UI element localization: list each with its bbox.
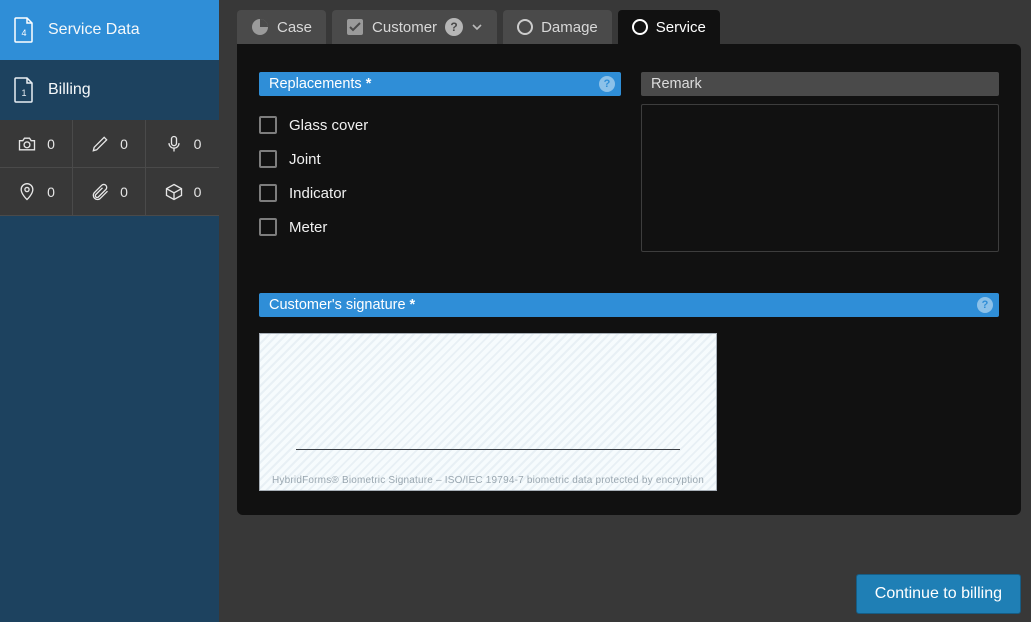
media-count: 0 [120,184,128,200]
tab-damage[interactable]: Damage [503,10,612,44]
help-icon[interactable]: ? [445,18,463,36]
section-header-replacements: Replacements * ? [259,72,621,96]
check-label: Meter [289,219,327,236]
tabs: Case Customer ? Damage Service [237,10,1021,44]
check-label: Glass cover [289,117,368,134]
section-title: Customer's signature [269,297,406,313]
section-header-signature: Customer's signature * ? [259,293,999,317]
checkbox[interactable] [259,150,277,168]
signature-line [296,449,680,450]
sidebar-item-billing[interactable]: 1 Billing [0,60,219,120]
media-count: 0 [47,184,55,200]
section-header-remark: Remark [641,72,999,96]
chevron-down-icon [471,21,483,33]
sidebar-item-label: Billing [48,81,91,99]
check-label: Indicator [289,185,347,202]
package-icon [164,182,184,202]
checkbox[interactable] [259,218,277,236]
document-icon: 1 [14,77,34,103]
camera-icon [17,134,37,154]
signature-pad[interactable]: HybridForms® Biometric Signature – ISO/I… [259,333,717,491]
paperclip-icon [90,182,110,202]
tab-label: Case [277,19,312,36]
main: Case Customer ? Damage Service [219,0,1031,622]
mic-icon [164,134,184,154]
tab-label: Customer [372,19,437,36]
checkbox[interactable] [259,116,277,134]
circle-icon [632,19,648,35]
tab-case[interactable]: Case [237,10,326,44]
check-label: Joint [289,151,321,168]
continue-to-billing-button[interactable]: Continue to billing [856,574,1021,614]
panel-service: Replacements * ? Glass cover Joint [237,44,1021,515]
sidebar-item-label: Service Data [48,21,140,39]
tab-customer[interactable]: Customer ? [332,10,497,44]
location-icon [17,182,37,202]
media-cell-package[interactable]: 0 [146,168,219,216]
check-item-joint[interactable]: Joint [259,142,621,176]
replacements-list: Glass cover Joint Indicator Meter [259,96,621,244]
media-cell-mic[interactable]: 0 [146,120,219,168]
media-count: 0 [194,184,202,200]
remark-textarea[interactable] [641,104,999,252]
signature-footer: HybridForms® Biometric Signature – ISO/I… [260,475,716,486]
section-title: Replacements [269,76,362,92]
required-marker: * [366,76,372,92]
circle-icon [517,19,533,35]
media-count: 0 [194,136,202,152]
checkbox-checked-icon [346,18,364,36]
tab-service[interactable]: Service [618,10,720,44]
help-icon[interactable]: ? [599,76,615,92]
help-icon[interactable]: ? [977,297,993,313]
tab-label: Service [656,19,706,36]
check-item-meter[interactable]: Meter [259,210,621,244]
pie-icon [251,18,269,36]
required-marker: * [410,297,416,313]
checkbox[interactable] [259,184,277,202]
sidebar-item-service-data[interactable]: 4 Service Data [0,0,219,60]
check-item-indicator[interactable]: Indicator [259,176,621,210]
media-count: 0 [120,136,128,152]
check-item-glass-cover[interactable]: Glass cover [259,108,621,142]
svg-text:1: 1 [21,88,26,98]
tab-label: Damage [541,19,598,36]
pencil-icon [90,134,110,154]
section-title: Remark [651,76,702,92]
media-grid: 0 0 0 0 0 0 [0,120,219,216]
media-cell-location[interactable]: 0 [0,168,73,216]
document-icon: 4 [14,17,34,43]
sidebar: 4 Service Data 1 Billing 0 0 [0,0,219,622]
media-cell-attach[interactable]: 0 [73,168,146,216]
media-count: 0 [47,136,55,152]
media-cell-camera[interactable]: 0 [0,120,73,168]
svg-text:4: 4 [21,28,26,38]
media-cell-pencil[interactable]: 0 [73,120,146,168]
